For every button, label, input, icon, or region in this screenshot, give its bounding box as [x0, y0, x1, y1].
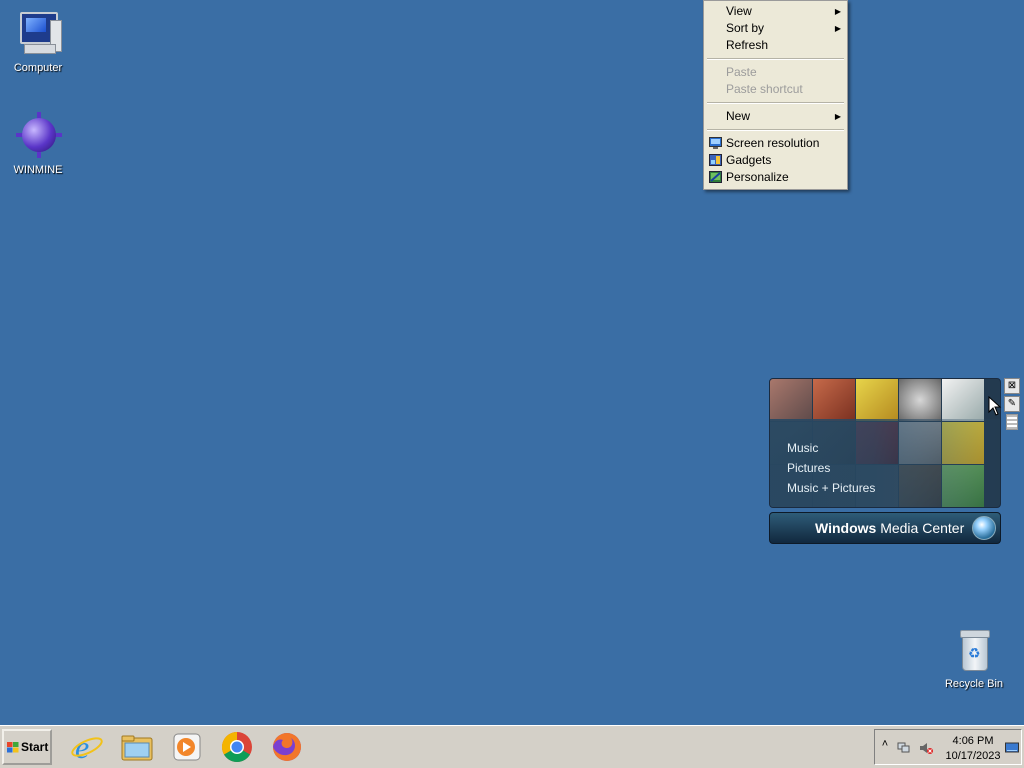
media-center-panel[interactable]: Music Pictures Music + Pictures — [769, 378, 1001, 508]
menu-item-label: Sort by — [726, 21, 765, 35]
start-label: Start — [21, 740, 49, 754]
desktop-icon-recycle-bin[interactable]: Recycle Bin — [934, 626, 1014, 690]
desktop-icon-label: Computer — [13, 62, 63, 74]
clock-date: 10/17/2023 — [945, 750, 1001, 762]
taskbar-app-file-explorer[interactable] — [120, 730, 154, 764]
file-explorer-icon — [121, 735, 153, 761]
submenu-arrow-icon: ▶ — [834, 7, 841, 16]
menu-item-paste: Paste — [704, 64, 847, 81]
mine-icon — [14, 112, 62, 160]
menu-item-label: Personalize — [726, 170, 789, 184]
menu-item-label: Refresh — [726, 38, 769, 52]
show-hidden-icons-icon[interactable]: ˄ — [878, 738, 892, 752]
network-icon[interactable] — [897, 741, 911, 755]
tray-clock[interactable]: 4:06 PM 10/17/2023 — [939, 734, 1007, 764]
media-player-icon — [173, 733, 201, 761]
volume-muted-icon[interactable] — [919, 741, 933, 755]
media-option-music[interactable]: Music — [787, 441, 818, 455]
media-option-music-pictures[interactable]: Music + Pictures — [787, 481, 875, 495]
menu-item-gadgets[interactable]: Gadgets — [704, 152, 847, 169]
menu-item-view[interactable]: View ▶ — [704, 3, 847, 20]
desktop-icon-label: WINMINE — [13, 164, 63, 176]
system-tray: ˄ 4:06 PM 10/17/2023 — [874, 729, 1022, 765]
menu-separator — [707, 102, 844, 104]
desktop-icon-computer[interactable]: Computer — [0, 10, 78, 74]
menu-item-refresh[interactable]: Refresh — [704, 37, 847, 54]
windows-flag-icon — [7, 742, 19, 753]
desktop-icon-winmine[interactable]: WINMINE — [0, 112, 78, 176]
menu-item-label: Screen resolution — [726, 136, 820, 150]
taskbar: Start e ˄ 4:06 PM 10/17/2023 — [0, 725, 1024, 768]
gadget-close-icon[interactable]: ⊠ — [1004, 378, 1020, 394]
menu-item-label: Gadgets — [726, 153, 772, 167]
menu-item-label: Paste — [726, 65, 757, 79]
start-button[interactable]: Start — [2, 729, 52, 765]
recycle-bin-icon — [950, 626, 998, 674]
taskbar-app-firefox[interactable] — [270, 730, 304, 764]
gadget-settings-icon[interactable]: ✎ — [1004, 396, 1020, 412]
taskbar-app-chrome[interactable] — [220, 730, 254, 764]
desktop-icon-label: Recycle Bin — [944, 678, 1004, 690]
taskbar-app-internet-explorer[interactable]: e — [70, 729, 104, 765]
menu-separator — [707, 129, 844, 131]
desktop-context-menu: View ▶ Sort by ▶ Refresh Paste Paste sho… — [703, 0, 848, 190]
gadget-drag-handle[interactable] — [1006, 414, 1018, 430]
menu-separator — [707, 58, 844, 60]
menu-item-new[interactable]: New ▶ — [704, 108, 847, 125]
menu-item-personalize[interactable]: Personalize — [704, 169, 847, 186]
screen-resolution-icon — [709, 137, 722, 149]
windows-logo-icon — [972, 516, 996, 540]
computer-icon — [14, 10, 62, 58]
menu-item-sort-by[interactable]: Sort by ▶ — [704, 20, 847, 37]
submenu-arrow-icon: ▶ — [834, 112, 841, 121]
submenu-arrow-icon: ▶ — [834, 24, 841, 33]
media-option-pictures[interactable]: Pictures — [787, 461, 830, 475]
chrome-icon — [221, 732, 252, 763]
menu-item-paste-shortcut: Paste shortcut — [704, 81, 847, 98]
gadget-controls: ⊠ ✎ — [1004, 378, 1020, 434]
menu-item-label: Paste shortcut — [726, 82, 803, 96]
gadgets-icon — [709, 154, 722, 166]
menu-item-screen-resolution[interactable]: Screen resolution — [704, 135, 847, 152]
mouse-cursor-icon — [988, 396, 1002, 416]
firefox-icon — [273, 733, 301, 761]
internet-explorer-icon: e — [71, 729, 103, 765]
personalize-icon — [709, 171, 722, 183]
media-center-gadget: Music Pictures Music + Pictures Windows … — [769, 378, 1020, 544]
media-center-title: Windows Media Center — [815, 520, 965, 536]
media-center-launch-bar[interactable]: Windows Media Center — [769, 512, 1001, 544]
show-desktop-icon[interactable] — [1005, 741, 1019, 755]
clock-time: 4:06 PM — [952, 735, 994, 747]
taskbar-app-media-player[interactable] — [170, 730, 204, 764]
menu-item-label: View — [726, 4, 752, 18]
menu-item-label: New — [726, 109, 751, 123]
